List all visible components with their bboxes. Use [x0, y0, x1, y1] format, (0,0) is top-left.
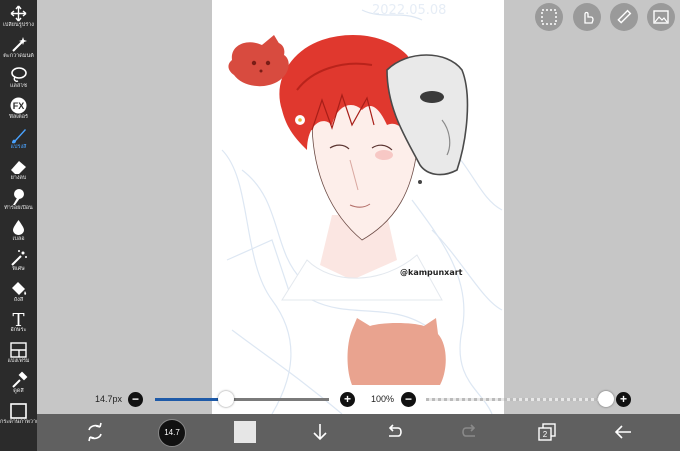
opacity-track[interactable]	[426, 398, 606, 401]
tool-special-wand[interactable]: พิเศษ	[0, 246, 37, 276]
undo-button[interactable]	[382, 420, 406, 444]
touch-mode-button[interactable]	[573, 3, 601, 31]
tool-label: ฟิลเตอร์	[9, 113, 28, 120]
undo-icon	[388, 424, 402, 437]
hand-pointer-icon	[584, 11, 594, 24]
tool-label: ทำรอยเปื้อน	[4, 205, 33, 211]
opacity-increase-button[interactable]: +	[616, 392, 631, 407]
drawing-canvas[interactable]: 2022.05.08 @kampunxart	[212, 0, 504, 414]
tool-label: เบลอ	[12, 235, 25, 242]
image-icon	[653, 10, 669, 24]
tool-label: ตะกวาดมนต์	[3, 52, 34, 59]
tool-smudge[interactable]: ทำรอยเปื้อน	[0, 185, 37, 215]
tool-eraser[interactable]: ยางลบ	[0, 155, 37, 185]
brush-size-decrease-button[interactable]: −	[128, 392, 143, 407]
tool-magic-wand[interactable]: ตะกวาดมนต์	[0, 33, 37, 63]
down-arrow-icon	[313, 424, 327, 441]
redo-icon	[462, 424, 476, 437]
move-icon	[9, 5, 28, 22]
back-arrow-icon	[614, 425, 631, 439]
tool-label: แปรงสี	[10, 144, 27, 150]
tool-fx[interactable]: FX ฟิลเตอร์	[0, 94, 37, 124]
lasso-icon	[9, 66, 28, 83]
blur-drop-icon	[9, 219, 28, 236]
brush-sliders: 14.7px − + 100% − +	[37, 388, 680, 412]
eyedropper-icon	[9, 371, 28, 388]
back-button[interactable]	[611, 420, 635, 444]
tool-label: อักษระ	[10, 327, 27, 333]
text-icon: T	[9, 310, 28, 331]
brush-size-badge: 14.7	[164, 428, 180, 437]
tool-frame-divider[interactable]: แบ่งเฟรม	[0, 338, 37, 368]
tool-label: แบ่งเฟรม	[7, 357, 30, 364]
color-swatch-button[interactable]	[234, 421, 256, 443]
tool-bucket[interactable]: ถังสี	[0, 277, 37, 307]
tool-text[interactable]: T อักษระ	[0, 307, 37, 337]
rotate-icon	[88, 422, 102, 442]
ruler-button[interactable]	[610, 3, 638, 31]
artwork: 2022.05.08	[221, 3, 503, 414]
bucket-icon	[9, 280, 28, 297]
date-sketch: 2022.05.08	[372, 3, 446, 18]
opacity-thumb[interactable]	[598, 391, 614, 407]
svg-text:FX: FX	[13, 101, 25, 111]
canvas-icon	[9, 402, 28, 419]
layers-button[interactable]: 2	[535, 420, 559, 444]
tool-label: กระดาษภาพวาด	[0, 418, 37, 425]
svg-text:T: T	[12, 310, 24, 327]
brush-size-increase-button[interactable]: +	[340, 392, 355, 407]
brush-size-thumb[interactable]	[218, 391, 235, 407]
tool-label: เปลี่ยนรูปร่าง	[3, 22, 34, 28]
tool-blur-drop[interactable]: เบลอ	[0, 216, 37, 246]
opacity-decrease-button[interactable]: −	[401, 392, 416, 407]
tool-sidebar: เปลี่ยนรูปร่างตะกวาดมนต์แลสโซ FX ฟิลเตอร์แ…	[0, 0, 37, 451]
smudge-icon	[9, 188, 28, 205]
tool-lasso[interactable]: แลสโซ	[0, 63, 37, 93]
fx-icon: FX	[9, 97, 28, 114]
tool-label: ถังสี	[13, 296, 24, 303]
rotate-canvas-button[interactable]	[83, 420, 107, 444]
tool-label: แลสโซ	[10, 83, 27, 89]
tool-canvas[interactable]: กระดาษภาพวาด	[0, 399, 37, 429]
redo-button[interactable]	[458, 420, 482, 444]
canvas-area[interactable]: 2022.05.08 @kampunxart	[37, 0, 680, 414]
brush-icon	[9, 127, 28, 144]
special-wand-icon	[9, 249, 28, 266]
bottom-bar: 14.7 2	[37, 414, 680, 451]
magic-wand-icon	[9, 36, 28, 53]
frame-divider-icon	[9, 341, 28, 358]
brush-size-fill	[155, 398, 227, 401]
layer-count: 2	[542, 430, 548, 439]
image-button[interactable]	[647, 3, 675, 31]
tool-label: ยางลบ	[10, 174, 27, 181]
select-all-button[interactable]	[535, 3, 563, 31]
tool-move[interactable]: เปลี่ยนรูปร่าง	[0, 2, 37, 32]
brush-size-label: 14.7px	[95, 394, 123, 404]
tool-label: ดูดสี	[13, 388, 24, 394]
brush-size-button[interactable]: 14.7	[158, 419, 186, 447]
opacity-label: 100%	[371, 394, 395, 404]
ruler-icon	[617, 9, 632, 24]
tool-label: พิเศษ	[12, 266, 25, 272]
eraser-icon	[9, 158, 28, 175]
selection-icon	[541, 9, 557, 25]
tool-brush[interactable]: แปรงสี	[0, 124, 37, 154]
download-button[interactable]	[308, 420, 332, 444]
tool-eyedropper[interactable]: ดูดสี	[0, 368, 37, 398]
artist-watermark: @kampunxart	[400, 268, 463, 277]
